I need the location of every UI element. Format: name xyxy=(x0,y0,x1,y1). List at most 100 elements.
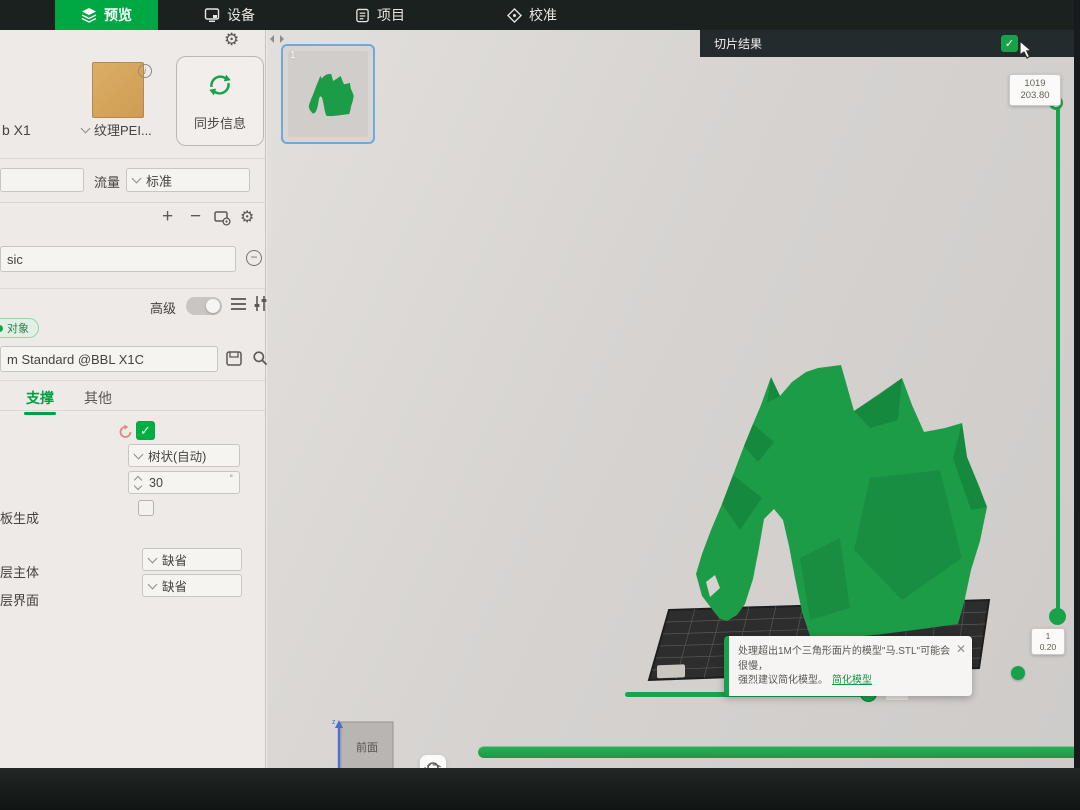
orbit-view-button[interactable] xyxy=(419,754,447,768)
reset-icon[interactable] xyxy=(118,424,133,444)
process-preset-select[interactable]: m Standard @BBL X1C xyxy=(0,346,218,372)
plate-type-value: 纹理PEI... xyxy=(94,120,152,139)
filament-settings-gear-icon[interactable]: ⚙ xyxy=(240,207,254,227)
tab-calibration[interactable]: 校准 xyxy=(481,0,583,30)
filament-select[interactable]: sic xyxy=(0,246,236,272)
support-base-value: 缺省 xyxy=(162,550,187,569)
info-icon[interactable]: i xyxy=(138,64,152,78)
tab-device[interactable]: 设备 xyxy=(178,0,281,30)
close-icon[interactable]: ✕ xyxy=(956,641,966,658)
model-horse[interactable] xyxy=(640,358,1040,658)
list-view-icon[interactable] xyxy=(230,296,247,317)
printer-name: b X1 xyxy=(2,122,31,138)
chevron-down-icon xyxy=(81,123,91,133)
app-window: 预览 设备 项目 校准 ⚙ b X1 i 纹理PEI... 同步信息 xyxy=(0,0,1074,768)
add-filament-button[interactable]: + xyxy=(162,206,173,228)
plate-number: 1 xyxy=(290,50,296,61)
layer-top-height: 203.80 xyxy=(1015,90,1055,102)
plate-type-image[interactable] xyxy=(92,62,144,118)
threshold-angle-spinner[interactable]: 30 ° xyxy=(128,471,240,494)
process-preset-value: m Standard @BBL X1C xyxy=(7,352,144,367)
tab-others[interactable]: 其他 xyxy=(84,388,112,408)
support-type-dropdown[interactable]: 树状(自动) xyxy=(128,444,240,467)
layer-slider-track[interactable] xyxy=(1056,104,1060,616)
tune-icon[interactable] xyxy=(253,295,268,317)
support-type-value: 树状(自动) xyxy=(148,446,206,465)
chevron-down-icon xyxy=(148,553,158,563)
flow-dropdown[interactable]: 标准 xyxy=(126,168,250,192)
topbar-spacer xyxy=(431,0,481,30)
plate-type-dropdown[interactable]: 纹理PEI... xyxy=(82,120,152,139)
threshold-angle-value: 30 xyxy=(149,476,163,490)
advanced-label: 高级 xyxy=(150,298,176,317)
screen-bezel xyxy=(1074,0,1080,768)
bottom-progress-bar[interactable] xyxy=(478,746,1074,758)
left-sidebar: ⚙ b X1 i 纹理PEI... 同步信息 流量 标准 + − ⚙ sic xyxy=(0,30,266,768)
filament-text: sic xyxy=(7,252,23,267)
divider xyxy=(0,380,265,381)
gizmo-z-label: z xyxy=(332,719,336,726)
topbar-spacer xyxy=(158,0,178,30)
axis-gizmo[interactable]: 前面 z x xyxy=(325,716,409,768)
support-body-label: 层主体 xyxy=(0,562,39,581)
support-base-dropdown[interactable]: 缺省 xyxy=(142,548,242,571)
tab-device-label: 设备 xyxy=(227,5,255,25)
divider xyxy=(0,202,265,203)
spinner-arrows[interactable] xyxy=(135,477,141,489)
plate-thumbnail[interactable]: 1 xyxy=(281,44,375,144)
viewport-3d[interactable]: 切片结果 ✓ 1 xyxy=(267,30,1074,768)
simplify-model-link[interactable]: 简化模型 xyxy=(832,675,872,686)
layers-icon xyxy=(81,7,97,23)
angle-unit: ° xyxy=(229,473,233,483)
tab-project[interactable]: 项目 xyxy=(329,0,431,30)
tab-support[interactable]: 支撑 xyxy=(26,388,54,408)
chevron-down-icon xyxy=(132,174,142,184)
slice-result-check-icon[interactable]: ✓ xyxy=(1001,35,1018,52)
object-color-dot xyxy=(0,325,3,332)
advanced-toggle[interactable] xyxy=(186,297,222,315)
sync-info-button[interactable]: 同步信息 xyxy=(176,56,264,146)
object-tag-label: 对象 xyxy=(7,320,29,336)
tab-project-label: 项目 xyxy=(377,5,405,25)
divider xyxy=(0,410,265,411)
tab-preview-label: 预览 xyxy=(104,5,132,25)
divider xyxy=(0,158,265,159)
flow-label: 流量 xyxy=(94,172,120,191)
tab-calibration-label: 校准 xyxy=(529,5,557,25)
toast-line1: 处理超出1M个三角形面片的模型"马.STL"可能会很慢， xyxy=(738,645,952,674)
flow-value: 标准 xyxy=(146,171,172,190)
calibration-icon xyxy=(507,8,522,23)
screen-bezel xyxy=(0,768,1080,810)
orbit-icon xyxy=(424,759,442,768)
layer-bottom-height: 0.20 xyxy=(1035,642,1061,653)
device-icon xyxy=(204,7,220,23)
tab-preview[interactable]: 预览 xyxy=(55,0,158,30)
object-tag[interactable]: 对象 xyxy=(0,318,39,338)
remove-filament-button[interactable]: − xyxy=(190,206,201,228)
search-icon[interactable] xyxy=(252,350,268,371)
top-bar: 预览 设备 项目 校准 xyxy=(0,0,1074,30)
chevron-down-icon xyxy=(134,449,144,459)
gizmo-front-face-label: 前面 xyxy=(356,740,378,754)
enable-support-checkbox[interactable]: ✓ xyxy=(136,421,155,440)
support-interface-value: 缺省 xyxy=(162,576,187,595)
save-preset-icon[interactable] xyxy=(226,351,242,371)
topbar-spacer xyxy=(281,0,329,30)
layer-top-value: 1019 xyxy=(1015,78,1055,90)
chevron-down-icon xyxy=(148,579,158,589)
layer-bottom-value: 1 xyxy=(1035,631,1061,642)
flow-left-field[interactable] xyxy=(0,168,84,192)
status-dot-button[interactable] xyxy=(1011,666,1025,680)
model-thumbnail xyxy=(300,70,362,122)
support-interface-label: 层界面 xyxy=(0,590,39,609)
minus-circle-icon[interactable]: − xyxy=(246,250,262,266)
on-build-plate-only-checkbox[interactable] xyxy=(138,500,154,516)
layer-slider-bottom-handle[interactable] xyxy=(1049,608,1066,625)
divider xyxy=(0,288,265,289)
topbar-spacer xyxy=(0,0,55,30)
printer-settings-gear-icon[interactable]: ⚙ xyxy=(224,30,239,50)
sync-ams-icon[interactable] xyxy=(214,211,231,231)
plate-gen-label: 板生成 xyxy=(0,508,39,527)
sync-info-label: 同步信息 xyxy=(194,113,246,132)
support-interface-dropdown[interactable]: 缺省 xyxy=(142,574,242,597)
